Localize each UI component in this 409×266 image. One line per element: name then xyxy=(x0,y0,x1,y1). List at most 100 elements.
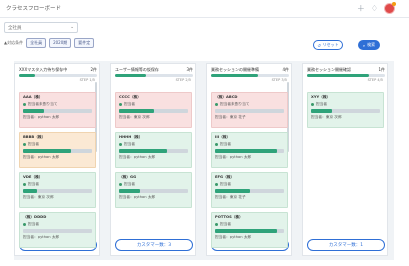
kanban-app: クラセスフローボード ＋ ♢ 全社員 ⌄ ▲対応条件 全社員 2020期 要件定… xyxy=(0,0,409,266)
status-dot-icon xyxy=(215,223,218,226)
customer-count-button[interactable]: カスタマー数：1 xyxy=(307,239,385,251)
condition-chip[interactable]: 要件定 xyxy=(74,38,95,48)
status-dot-icon xyxy=(311,103,314,106)
customer-card[interactable]: EFG（株） 担当者 担当者：東京 花子 xyxy=(211,172,288,208)
customer-card[interactable]: III（株） 担当者 担当者：python 太郎 xyxy=(211,132,288,168)
card-status: 担当者 xyxy=(311,102,380,107)
notification-badge xyxy=(392,2,396,6)
top-bar: クラセスフローボード ＋ ♢ xyxy=(0,0,409,18)
card-progress xyxy=(215,229,284,233)
card-owner: 担当者：python 太郎 xyxy=(215,235,252,239)
status-dot-icon xyxy=(23,103,26,106)
status-dot-icon xyxy=(215,183,218,186)
reset-button[interactable]: ↺ リセット xyxy=(313,40,343,50)
filter-select[interactable]: 全社員 ⌄ xyxy=(4,22,78,33)
customer-card[interactable]: XYY（株） 担当者 担当者：東京 次郎 xyxy=(307,92,384,128)
column-progress-fill xyxy=(19,74,35,77)
card-name: EFG（株） xyxy=(215,175,235,179)
customer-card[interactable]: （株）ABCD 担当者未割り当て 担当者：東京 花子 xyxy=(211,92,288,128)
status-dot-icon xyxy=(23,143,26,146)
card-status-text: 担当者 xyxy=(220,182,232,186)
column-progress-fill xyxy=(211,74,258,77)
column-count: 2件 xyxy=(90,67,97,72)
card-status: 担当者 xyxy=(119,142,188,147)
card-status: 担当者 xyxy=(23,182,92,187)
card-name: VDE（株） xyxy=(23,175,43,179)
card-status-text: 担当者 xyxy=(28,182,40,186)
column-step: STEP 2/5 xyxy=(175,78,191,82)
card-name: III（株） xyxy=(215,135,231,139)
bell-icon[interactable]: ♢ xyxy=(371,4,378,14)
column-title: 業務セッション開催確認 xyxy=(307,67,351,72)
column-header: 業務セッション開催確認 1件 xyxy=(307,67,385,73)
card-status-text: 担当者 xyxy=(28,142,40,146)
card-owner: 担当者：python 太郎 xyxy=(119,155,156,159)
card-name: （株）GG xyxy=(119,175,137,179)
condition-label: ▲対応条件 xyxy=(4,40,24,45)
card-status: 担当者未割り当て xyxy=(23,102,92,107)
column-header: ユーザー情報等の仮保存 3件 xyxy=(115,67,193,73)
column-count: 3件 xyxy=(186,67,193,72)
card-progress xyxy=(119,109,188,113)
card-progress xyxy=(23,229,92,233)
card-status: 担当者 xyxy=(215,222,284,227)
customer-card[interactable]: BBBB（株） 担当者 担当者：python 太郎 xyxy=(19,132,96,168)
customer-count-button[interactable]: カスタマー数：3 xyxy=(115,239,193,251)
avatar[interactable] xyxy=(384,2,396,14)
card-name: AAA（株） xyxy=(23,95,43,99)
card-owner: 担当者：python 太郎 xyxy=(119,195,156,199)
card-status-text: 担当者 xyxy=(124,102,136,106)
card-status: 担当者 xyxy=(23,222,92,227)
card-progress-fill xyxy=(23,109,44,113)
card-owner: 担当者：東京 次郎 xyxy=(23,195,54,199)
search-icon: ⌕ xyxy=(362,42,366,48)
column-progress xyxy=(307,74,385,77)
search-button[interactable]: ⌕ 検索 xyxy=(358,40,380,50)
column-header: XXXマスタ入力待ち保存中 2件 xyxy=(19,67,97,73)
customer-card[interactable]: CCCC（株） 担当者 担当者：東京 次郎 xyxy=(115,92,192,128)
condition-chip[interactable]: 全社員 xyxy=(26,38,47,48)
card-progress-fill xyxy=(215,149,278,153)
status-dot-icon xyxy=(215,143,218,146)
customer-card[interactable]: AAA（株） 担当者未割り当て 担当者：python 太郎 xyxy=(19,92,96,128)
card-progress-fill xyxy=(119,109,154,113)
status-dot-icon xyxy=(215,103,218,106)
column-progress xyxy=(211,74,289,77)
customer-card[interactable]: POTTOS（株） 担当者 担当者：python 太郎 xyxy=(211,212,288,248)
customer-card[interactable]: HHHH（株） 担当者 担当者：python 太郎 xyxy=(115,132,192,168)
plus-icon[interactable]: ＋ xyxy=(357,4,365,14)
card-name: （株）DDDD xyxy=(23,215,47,219)
filter-value: 全社員 xyxy=(8,26,22,31)
condition-chip[interactable]: 2020期 xyxy=(49,38,72,48)
reset-button-label: リセット xyxy=(322,42,339,47)
card-owner: 担当者：python 太郎 xyxy=(23,115,60,119)
card-progress xyxy=(23,109,92,113)
card-status-text: 担当者 xyxy=(28,222,40,226)
card-progress-fill xyxy=(215,229,278,233)
card-progress xyxy=(119,189,188,193)
chevron-down-icon: ⌄ xyxy=(70,25,74,30)
card-progress-fill xyxy=(23,149,72,153)
column-step: STEP 4/5 xyxy=(367,78,383,82)
card-progress-fill xyxy=(119,189,140,193)
column-progress-fill xyxy=(115,74,147,77)
card-owner: 担当者：python 太郎 xyxy=(23,235,60,239)
kanban-column: ユーザー情報等の仮保存 3件 STEP 2/5 カスタマー数：3 CCCC（株） 担当者担… xyxy=(110,63,196,256)
card-name: BBBB（株） xyxy=(23,135,46,139)
search-button-label: 検索 xyxy=(367,42,376,47)
card-status-text: 担当者 xyxy=(124,142,136,146)
card-progress-fill xyxy=(215,189,250,193)
card-status: 担当者 xyxy=(215,182,284,187)
status-dot-icon xyxy=(119,183,122,186)
column-count: 1件 xyxy=(378,67,385,72)
card-owner: 担当者：python 太郎 xyxy=(215,155,252,159)
card-progress xyxy=(23,149,92,153)
card-status-text: 担当者 xyxy=(124,182,136,186)
customer-card[interactable]: VDE（株） 担当者担当者：東京 次郎 xyxy=(19,172,96,208)
customer-card[interactable]: （株）GG 担当者担当者：python 太郎 xyxy=(115,172,192,208)
column-progress-fill xyxy=(307,74,370,77)
card-name: XYY（株） xyxy=(311,95,331,99)
column-step: STEP 1/5 xyxy=(79,78,95,82)
customer-card[interactable]: （株）DDDD 担当者担当者：python 太郎 xyxy=(19,212,96,248)
card-status: 担当者未割り当て xyxy=(215,102,284,107)
